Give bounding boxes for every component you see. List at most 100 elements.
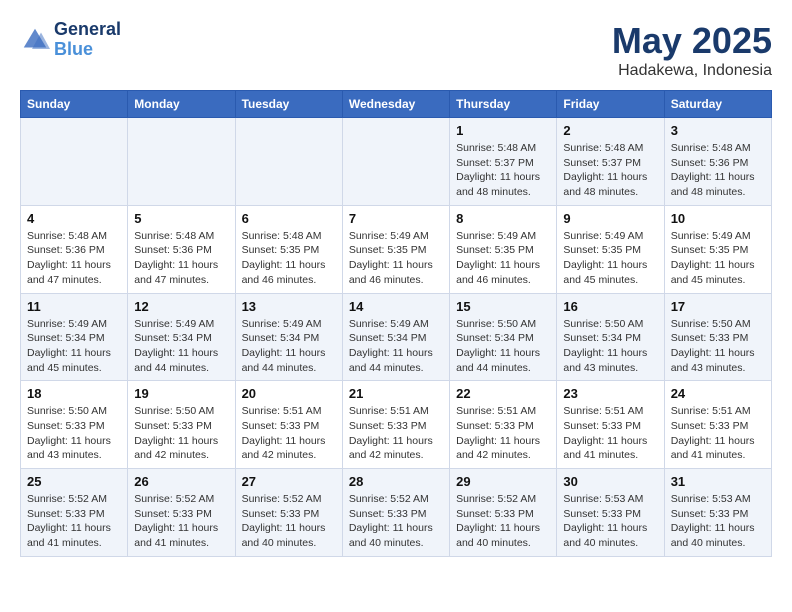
day-number: 21 [349,386,443,401]
weekday-header-wednesday: Wednesday [342,91,449,118]
day-number: 2 [563,123,657,138]
day-number: 5 [134,211,228,226]
calendar-cell: 13 Sunrise: 5:49 AM Sunset: 5:34 PM Dayli… [235,293,342,381]
day-info: Sunrise: 5:49 AM Sunset: 5:35 PM Dayligh… [456,229,550,288]
calendar-cell: 22Sunrise: 5:51 AM Sunset: 5:33 PM Dayli… [450,381,557,469]
day-number: 31 [671,474,765,489]
day-info: Sunrise: 5:51 AM Sunset: 5:33 PM Dayligh… [671,404,765,463]
calendar-cell: 7 Sunrise: 5:49 AM Sunset: 5:35 PM Daylig… [342,205,449,293]
calendar-cell: 19 Sunrise: 5:50 AM Sunset: 5:33 PM Dayli… [128,381,235,469]
day-info: Sunrise: 5:48 AM Sunset: 5:35 PM Dayligh… [242,229,336,288]
day-info: Sunrise: 5:51 AM Sunset: 5:33 PM Dayligh… [349,404,443,463]
day-info: Sunrise: 5:50 AM Sunset: 5:33 PM Dayligh… [134,404,228,463]
day-number: 19 [134,386,228,401]
calendar-cell: 5Sunrise: 5:48 AM Sunset: 5:36 PM Daylig… [128,205,235,293]
day-number: 29 [456,474,550,489]
day-number: 13 [242,299,336,314]
weekday-header-monday: Monday [128,91,235,118]
calendar-cell: 4Sunrise: 5:48 AM Sunset: 5:36 PM Daylig… [21,205,128,293]
day-info: Sunrise: 5:48 AM Sunset: 5:36 PM Dayligh… [671,141,765,200]
day-number: 16 [563,299,657,314]
calendar-cell: 6 Sunrise: 5:48 AM Sunset: 5:35 PM Daylig… [235,205,342,293]
day-info: Sunrise: 5:49 AM Sunset: 5:35 PM Dayligh… [349,229,443,288]
week-row-3: 11 Sunrise: 5:49 AM Sunset: 5:34 PM Dayli… [21,293,772,381]
calendar-cell: 25 Sunrise: 5:52 AM Sunset: 5:33 PM Dayli… [21,469,128,557]
day-number: 28 [349,474,443,489]
day-info: Sunrise: 5:48 AM Sunset: 5:37 PM Dayligh… [456,141,550,200]
day-number: 17 [671,299,765,314]
weekday-header-sunday: Sunday [21,91,128,118]
calendar-cell: 18 Sunrise: 5:50 AM Sunset: 5:33 PM Dayli… [21,381,128,469]
day-number: 18 [27,386,121,401]
day-info: Sunrise: 5:51 AM Sunset: 5:33 PM Dayligh… [563,404,657,463]
calendar-cell: 26 Sunrise: 5:52 AM Sunset: 5:33 PM Dayli… [128,469,235,557]
day-info: Sunrise: 5:53 AM Sunset: 5:33 PM Dayligh… [671,492,765,551]
day-info: Sunrise: 5:48 AM Sunset: 5:36 PM Dayligh… [27,229,121,288]
day-info: Sunrise: 5:50 AM Sunset: 5:33 PM Dayligh… [27,404,121,463]
day-number: 30 [563,474,657,489]
calendar-cell: 15Sunrise: 5:50 AM Sunset: 5:34 PM Dayli… [450,293,557,381]
day-number: 7 [349,211,443,226]
day-info: Sunrise: 5:49 AM Sunset: 5:34 PM Dayligh… [27,317,121,376]
calendar-cell: 2 Sunrise: 5:48 AM Sunset: 5:37 PM Daylig… [557,118,664,206]
day-number: 3 [671,123,765,138]
day-info: Sunrise: 5:52 AM Sunset: 5:33 PM Dayligh… [134,492,228,551]
calendar-cell [128,118,235,206]
week-row-4: 18 Sunrise: 5:50 AM Sunset: 5:33 PM Dayli… [21,381,772,469]
day-info: Sunrise: 5:49 AM Sunset: 5:34 PM Dayligh… [349,317,443,376]
weekday-header-friday: Friday [557,91,664,118]
day-info: Sunrise: 5:52 AM Sunset: 5:33 PM Dayligh… [242,492,336,551]
calendar-cell: 16 Sunrise: 5:50 AM Sunset: 5:34 PM Dayli… [557,293,664,381]
day-number: 9 [563,211,657,226]
logo-text: GeneralBlue [54,20,121,60]
day-info: Sunrise: 5:53 AM Sunset: 5:33 PM Dayligh… [563,492,657,551]
calendar-cell: 17 Sunrise: 5:50 AM Sunset: 5:33 PM Dayli… [664,293,771,381]
calendar-cell: 3 Sunrise: 5:48 AM Sunset: 5:36 PM Daylig… [664,118,771,206]
location: Hadakewa, Indonesia [612,62,772,80]
calendar-cell: 20Sunrise: 5:51 AM Sunset: 5:33 PM Dayli… [235,381,342,469]
calendar-cell: 8 Sunrise: 5:49 AM Sunset: 5:35 PM Daylig… [450,205,557,293]
calendar-table: SundayMondayTuesdayWednesdayThursdayFrid… [20,90,772,557]
calendar-cell: 11 Sunrise: 5:49 AM Sunset: 5:34 PM Dayli… [21,293,128,381]
calendar-cell [21,118,128,206]
weekday-header-row: SundayMondayTuesdayWednesdayThursdayFrid… [21,91,772,118]
day-number: 23 [563,386,657,401]
calendar-cell: 30 Sunrise: 5:53 AM Sunset: 5:33 PM Dayli… [557,469,664,557]
day-number: 22 [456,386,550,401]
day-number: 12 [134,299,228,314]
week-row-5: 25 Sunrise: 5:52 AM Sunset: 5:33 PM Dayli… [21,469,772,557]
calendar-cell: 12 Sunrise: 5:49 AM Sunset: 5:34 PM Dayli… [128,293,235,381]
day-number: 25 [27,474,121,489]
calendar-cell: 10Sunrise: 5:49 AM Sunset: 5:35 PM Dayli… [664,205,771,293]
calendar-cell [235,118,342,206]
day-info: Sunrise: 5:48 AM Sunset: 5:37 PM Dayligh… [563,141,657,200]
calendar-cell: 28Sunrise: 5:52 AM Sunset: 5:33 PM Dayli… [342,469,449,557]
day-number: 8 [456,211,550,226]
calendar-cell: 27 Sunrise: 5:52 AM Sunset: 5:33 PM Dayli… [235,469,342,557]
calendar-cell: 14 Sunrise: 5:49 AM Sunset: 5:34 PM Dayli… [342,293,449,381]
day-number: 14 [349,299,443,314]
day-number: 24 [671,386,765,401]
day-number: 26 [134,474,228,489]
week-row-1: 1 Sunrise: 5:48 AM Sunset: 5:37 PM Daylig… [21,118,772,206]
day-number: 27 [242,474,336,489]
calendar-cell: 29Sunrise: 5:52 AM Sunset: 5:33 PM Dayli… [450,469,557,557]
day-info: Sunrise: 5:49 AM Sunset: 5:34 PM Dayligh… [134,317,228,376]
page-header: GeneralBlue May 2025 Hadakewa, Indonesia [20,20,772,80]
weekday-header-thursday: Thursday [450,91,557,118]
calendar-cell: 24 Sunrise: 5:51 AM Sunset: 5:33 PM Dayli… [664,381,771,469]
logo-icon [20,25,50,55]
day-info: Sunrise: 5:49 AM Sunset: 5:34 PM Dayligh… [242,317,336,376]
calendar-cell: 1 Sunrise: 5:48 AM Sunset: 5:37 PM Daylig… [450,118,557,206]
day-info: Sunrise: 5:50 AM Sunset: 5:33 PM Dayligh… [671,317,765,376]
day-number: 11 [27,299,121,314]
day-number: 1 [456,123,550,138]
day-info: Sunrise: 5:50 AM Sunset: 5:34 PM Dayligh… [456,317,550,376]
weekday-header-tuesday: Tuesday [235,91,342,118]
day-info: Sunrise: 5:50 AM Sunset: 5:34 PM Dayligh… [563,317,657,376]
day-info: Sunrise: 5:52 AM Sunset: 5:33 PM Dayligh… [27,492,121,551]
week-row-2: 4Sunrise: 5:48 AM Sunset: 5:36 PM Daylig… [21,205,772,293]
day-info: Sunrise: 5:49 AM Sunset: 5:35 PM Dayligh… [671,229,765,288]
calendar-cell [342,118,449,206]
day-number: 6 [242,211,336,226]
